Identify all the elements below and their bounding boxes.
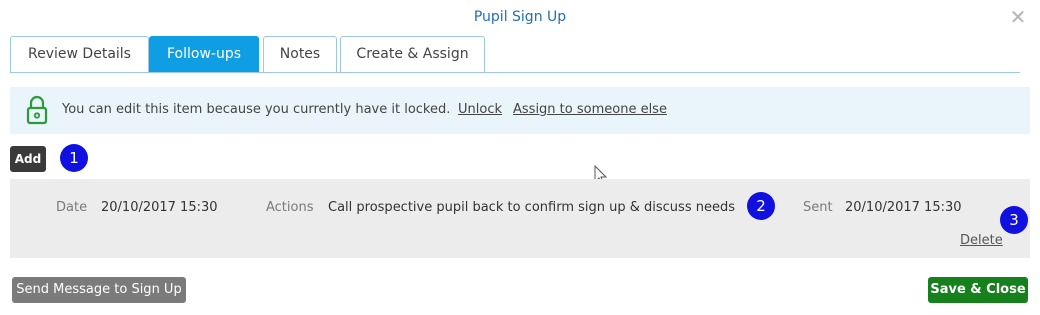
date-value: 20/10/2017 15:30 — [101, 200, 218, 215]
marker-badge: 2 — [747, 192, 775, 220]
tab-bar: Review Details Follow-ups Notes Create &… — [0, 36, 1020, 73]
marker-badge: 1 — [60, 144, 88, 172]
save-close-button[interactable]: Save & Close — [928, 277, 1028, 303]
date-label: Date — [56, 200, 88, 215]
actions-label: Actions — [266, 200, 314, 215]
tab-divider — [10, 72, 1020, 73]
send-message-button[interactable]: Send Message to Sign Up — [12, 277, 186, 303]
tab-create-assign[interactable]: Create & Assign — [340, 36, 485, 72]
dialog-title: Pupil Sign Up — [473, 9, 567, 25]
tab-notes[interactable]: Notes — [263, 36, 337, 72]
tab-review-details[interactable]: Review Details — [10, 36, 149, 72]
lock-message: You can edit this item because you curre… — [62, 102, 451, 117]
close-icon[interactable]: ✕ — [1008, 6, 1028, 28]
actions-value: Call prospective pupil back to confirm s… — [328, 200, 735, 215]
delete-link[interactable]: Delete — [960, 233, 1003, 248]
lock-banner: You can edit this item because you curre… — [10, 87, 1030, 134]
followup-row: Date 20/10/2017 15:30 Actions Call prosp… — [10, 179, 1030, 258]
add-button[interactable]: Add — [10, 146, 46, 172]
unlock-link[interactable]: Unlock — [458, 102, 502, 117]
sent-value: 20/10/2017 15:30 — [845, 200, 962, 215]
sent-label: Sent — [803, 200, 833, 215]
lock-icon — [26, 95, 48, 125]
tab-follow-ups[interactable]: Follow-ups — [149, 36, 259, 73]
assign-link[interactable]: Assign to someone else — [513, 102, 667, 117]
marker-badge: 3 — [1000, 206, 1028, 234]
